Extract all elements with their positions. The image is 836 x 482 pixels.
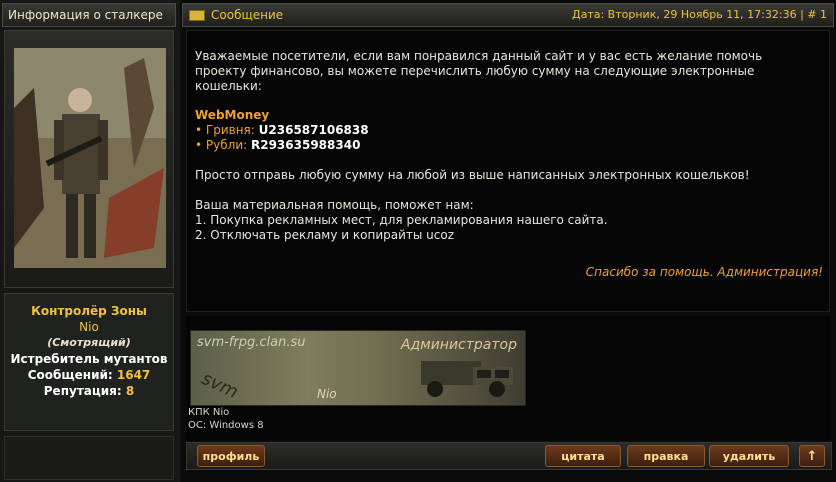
avatar (14, 48, 166, 268)
scroll-up-icon[interactable]: ↑ (799, 445, 825, 467)
signature-line-2: ОС: Windows 8 (188, 420, 264, 431)
reputation-label: Репутация: (43, 384, 122, 398)
post-intro: Уважаемые посетители, если вам понравилс… (195, 49, 763, 93)
quote-button[interactable]: цитата (545, 445, 621, 467)
post-actions: профиль цитата правка удалить ↑ (186, 442, 832, 470)
messages-count: Сообщений: 1647 (5, 367, 173, 383)
messages-label: Сообщений: (27, 368, 113, 382)
rub-value: R293635988340 (250, 138, 361, 152)
uah-label: Гривня: (205, 123, 255, 137)
banner-svm: svm (198, 368, 242, 403)
banner-url: svm-frpg.clan.su (197, 335, 306, 350)
help-item-1: 1. Покупка рекламных мест, для рекламиро… (195, 213, 608, 227)
banner-nick: Nio (317, 387, 337, 401)
post-header-title: Сообщение (211, 8, 284, 22)
user-honor: Истребитель мутантов (10, 352, 168, 366)
user-nick[interactable]: Nio (5, 319, 173, 335)
post-body: Уважаемые посетители, если вам понравилс… (186, 30, 830, 312)
rub-label: Рубли: (205, 138, 248, 152)
post-thanks: Спасибо за помощь. Администрация! (585, 265, 823, 279)
message-icon (189, 10, 205, 21)
banner-role: Администратор (400, 337, 517, 353)
reputation-value: 8 (125, 384, 135, 398)
signature-text: КПК Nio ОС: Windows 8 (188, 406, 264, 432)
delete-button[interactable]: удалить (709, 445, 789, 467)
profile-button[interactable]: профиль (197, 445, 265, 467)
wallet-uah: • Гривня: U236587106838 (195, 123, 369, 137)
left-footer (4, 436, 174, 480)
help-title: Ваша материальная помощь, поможет нам: (195, 198, 474, 212)
user-stats: Контролёр Зоны Nio (Смотрящий) Истребите… (4, 293, 174, 431)
truck-icon (421, 361, 513, 397)
user-title: (Смотрящий) (47, 336, 131, 349)
signature: svm-frpg.clan.su Администратор svm Nio К… (186, 316, 830, 440)
reputation: Репутация: 8 (5, 383, 173, 399)
messages-value: 1647 (116, 368, 151, 382)
post-panel: Сообщение Дата: Вторник, 29 Ноябрь 11, 1… (182, 0, 836, 482)
user-info-header: Информация о сталкере (2, 3, 176, 27)
edit-button[interactable]: правка (627, 445, 705, 467)
post-header: Сообщение Дата: Вторник, 29 Ноябрь 11, 1… (182, 3, 834, 27)
post-send: Просто отправь любую сумму на любой из в… (195, 168, 750, 182)
user-rank: Контролёр Зоны (31, 304, 147, 318)
help-item-2: 2. Отключать рекламу и копирайты ucoz (195, 228, 455, 242)
uah-value: U236587106838 (258, 123, 369, 137)
signature-banner[interactable]: svm-frpg.clan.su Администратор svm Nio (190, 330, 526, 406)
wallet-rub: • Рубли: R293635988340 (195, 138, 361, 152)
webmoney-title: WebMoney (195, 108, 270, 122)
user-info-panel: Информация о сталкере Контролёр Зоны Nio… (0, 0, 180, 482)
signature-line-1: КПК Nio (188, 407, 230, 418)
post-date: Дата: Вторник, 29 Ноябрь 11, 17:32:36 | … (572, 8, 827, 21)
